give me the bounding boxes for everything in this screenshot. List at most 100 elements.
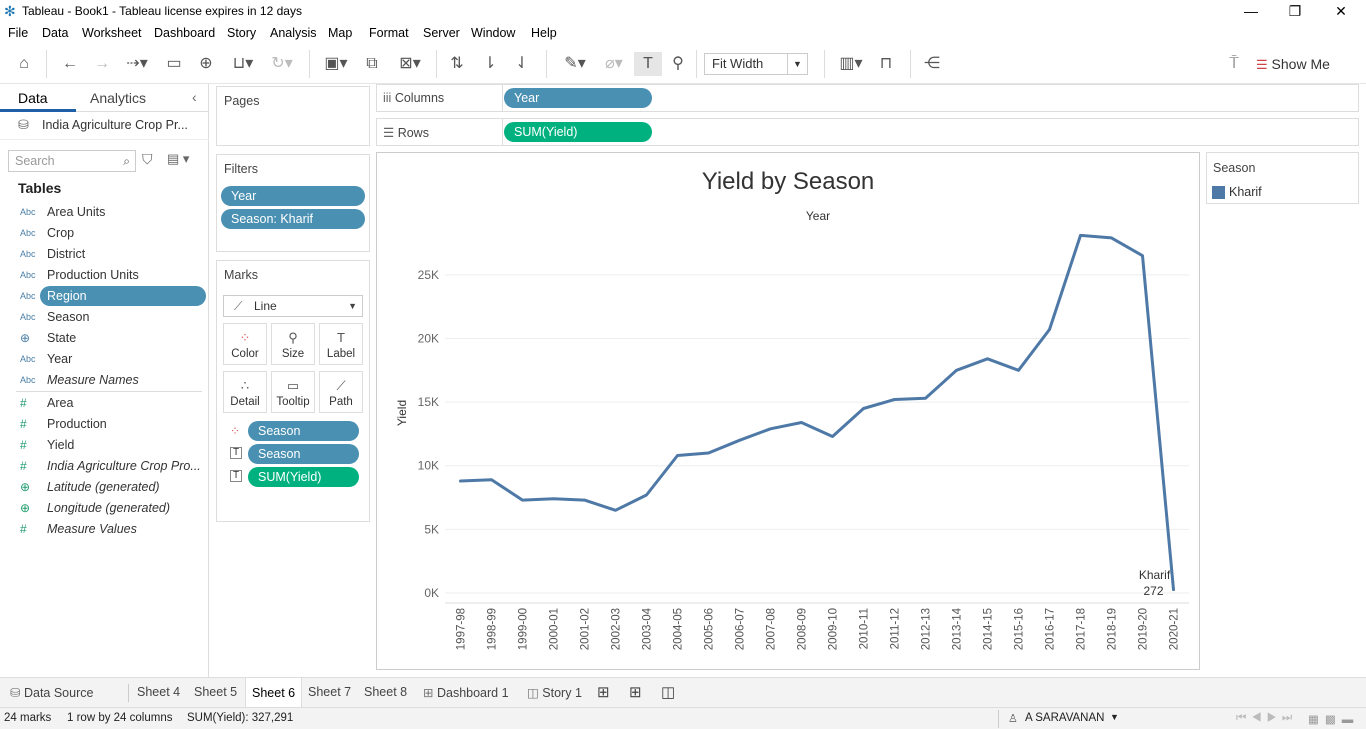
line-chart[interactable]: Yield by Season Year Yield 0K 5K 10K 15K 20K 25K…: [377, 153, 1199, 669]
field-season[interactable]: Abc Season: [20, 307, 206, 327]
field-state[interactable]: ⊕ State: [20, 328, 206, 348]
filters-card[interactable]: Filters Year Season: Kharif: [216, 154, 370, 252]
pages-card[interactable]: Pages: [216, 86, 370, 146]
size-button[interactable]: ⚲ Size: [271, 323, 315, 365]
marks-pill-sum-yield[interactable]: SUM(Yield): [248, 467, 359, 487]
datasource-row[interactable]: ⛁ India Agriculture Crop Pr...: [0, 112, 209, 140]
chevron-down-icon[interactable]: ▼: [1110, 712, 1119, 722]
field-year[interactable]: Abc Year: [20, 349, 206, 369]
label-button[interactable]: T Label: [319, 323, 363, 365]
menu-story[interactable]: Story: [227, 26, 256, 40]
marks-card[interactable]: Marks ⟋ Line ▼ ⁘ Color ⚲ Size T Label ∴ Deta…: [216, 260, 370, 522]
menu-file[interactable]: File: [8, 26, 28, 40]
color-legend[interactable]: Season Kharif: [1206, 152, 1359, 204]
sheet-navigation-icon[interactable]: ⏮◀▶⏭: [1236, 712, 1297, 725]
path-button[interactable]: ⟋ Path: [319, 371, 363, 413]
fit-width-dropdown[interactable]: Fit Width ▼: [704, 53, 808, 75]
tab-data[interactable]: Data: [18, 90, 48, 106]
highlight-icon[interactable]: ✎▾: [558, 52, 592, 76]
search-field[interactable]: Search ⌕: [8, 150, 136, 172]
marks-pill-season-label[interactable]: Season: [248, 444, 359, 464]
new-worksheet-icon[interactable]: ▣▾: [318, 52, 354, 76]
menu-dashboard[interactable]: Dashboard: [154, 26, 215, 40]
status-user[interactable]: A SARAVANAN: [1025, 712, 1104, 724]
field-longitude[interactable]: ⊕ Longitude (generated): [20, 498, 206, 518]
new-story-icon[interactable]: ◫: [661, 683, 675, 701]
field-latitude[interactable]: ⊕ Latitude (generated): [20, 477, 206, 497]
filter-pill-season[interactable]: Season: Kharif: [221, 209, 365, 229]
new-datasource-icon[interactable]: ⊕: [194, 52, 218, 76]
new-worksheet-icon[interactable]: ⊞: [597, 683, 610, 701]
field-region[interactable]: Region: [40, 286, 206, 306]
home-icon[interactable]: ⌂: [12, 52, 36, 76]
color-button[interactable]: ⁘ Color: [223, 323, 267, 365]
field-production[interactable]: # Production: [20, 414, 206, 434]
field-district[interactable]: Abc District: [20, 244, 206, 264]
field-measure-names[interactable]: Abc Measure Names: [20, 370, 206, 390]
columns-shelf[interactable]: iii Columns Year: [376, 84, 1359, 112]
chart-view[interactable]: Yield by Season Year Yield 0K 5K 10K 15K 20K 25K…: [376, 152, 1200, 670]
share-icon[interactable]: ⋲: [920, 52, 944, 76]
clear-sheet-icon[interactable]: ⊠▾: [392, 52, 428, 76]
field-record-count[interactable]: # India Agriculture Crop Pro...: [20, 456, 206, 476]
refresh-icon[interactable]: ↻▾: [264, 52, 300, 76]
field-area[interactable]: # Area: [20, 393, 206, 413]
field-measure-values[interactable]: # Measure Values: [20, 519, 206, 539]
show-me-button[interactable]: ☰ Show Me: [1256, 52, 1356, 76]
restore-button[interactable]: ❐: [1272, 0, 1318, 22]
collapse-pane-icon[interactable]: ‹: [192, 89, 197, 105]
sort-descending-icon[interactable]: ⇃: [510, 52, 534, 76]
menu-data[interactable]: Data: [42, 26, 68, 40]
field-yield[interactable]: # Yield: [20, 435, 206, 455]
tab-sheet-8[interactable]: Sheet 8: [364, 685, 407, 699]
tab-dashboard-1[interactable]: ⊞ Dashboard 1: [423, 685, 509, 700]
redo-icon[interactable]: →: [90, 52, 114, 76]
format-painter-icon[interactable]: ⍑: [1222, 52, 1246, 76]
menu-worksheet[interactable]: Worksheet: [82, 26, 142, 40]
sheet-view-icon[interactable]: ▦▩▬: [1308, 712, 1359, 726]
view-options-icon[interactable]: ▤ ▾: [167, 151, 189, 167]
swap-rows-columns-icon[interactable]: ⇅: [445, 52, 469, 76]
rows-shelf[interactable]: ☰ Rows SUM(Yield): [376, 118, 1359, 146]
tab-sheet-5[interactable]: Sheet 5: [194, 685, 237, 699]
mark-label-value: 272: [1143, 584, 1163, 598]
field-crop[interactable]: Abc Crop: [20, 223, 206, 243]
pause-updates-icon[interactable]: ⊔▾: [226, 52, 260, 76]
filter-icon[interactable]: ⛉: [142, 151, 153, 168]
minimize-button[interactable]: —: [1228, 0, 1274, 22]
show-hide-cards-icon[interactable]: ▥▾: [834, 52, 868, 76]
menu-analysis[interactable]: Analysis: [270, 26, 317, 40]
marks-pill-season-color[interactable]: Season: [248, 421, 359, 441]
close-button[interactable]: ✕: [1318, 0, 1364, 22]
field-area-units[interactable]: Abc Area Units: [20, 202, 206, 222]
replay-icon[interactable]: ⇢▾: [120, 52, 154, 76]
fix-axes-icon[interactable]: ⚲: [666, 52, 690, 76]
new-dashboard-icon[interactable]: ⊞: [629, 683, 642, 701]
sort-ascending-icon[interactable]: ⇂: [478, 52, 502, 76]
undo-icon[interactable]: ←: [58, 52, 82, 76]
menu-server[interactable]: Server: [423, 26, 460, 40]
show-mark-labels-icon[interactable]: T: [634, 52, 662, 76]
tab-story-1[interactable]: ◫ Story 1: [527, 685, 582, 700]
presentation-mode-icon[interactable]: ⊓: [874, 52, 898, 76]
tab-sheet-6[interactable]: Sheet 6: [245, 678, 303, 708]
legend-item-kharif[interactable]: Kharif: [1229, 185, 1262, 199]
filter-pill-year[interactable]: Year: [221, 186, 365, 206]
detail-button[interactable]: ∴ Detail: [223, 371, 267, 413]
save-icon[interactable]: ▭: [162, 52, 186, 76]
field-production-units[interactable]: Abc Production Units: [20, 265, 206, 285]
tooltip-button[interactable]: ▭ Tooltip: [271, 371, 315, 413]
tab-analytics[interactable]: Analytics: [90, 90, 146, 106]
tab-data-source[interactable]: ⛁ Data Source: [10, 685, 93, 700]
menu-map[interactable]: Map: [328, 26, 352, 40]
tab-sheet-4[interactable]: Sheet 4: [137, 685, 180, 699]
columns-pill-year[interactable]: Year: [504, 88, 652, 108]
group-members-icon[interactable]: ⌀▾: [596, 52, 632, 76]
menu-help[interactable]: Help: [531, 26, 557, 40]
duplicate-sheet-icon[interactable]: ⧉: [360, 52, 384, 76]
tab-sheet-7[interactable]: Sheet 7: [308, 685, 351, 699]
menu-window[interactable]: Window: [471, 26, 515, 40]
rows-pill-sum-yield[interactable]: SUM(Yield): [504, 122, 652, 142]
menu-format[interactable]: Format: [369, 26, 409, 40]
mark-type-dropdown[interactable]: ⟋ Line ▼: [223, 295, 363, 317]
